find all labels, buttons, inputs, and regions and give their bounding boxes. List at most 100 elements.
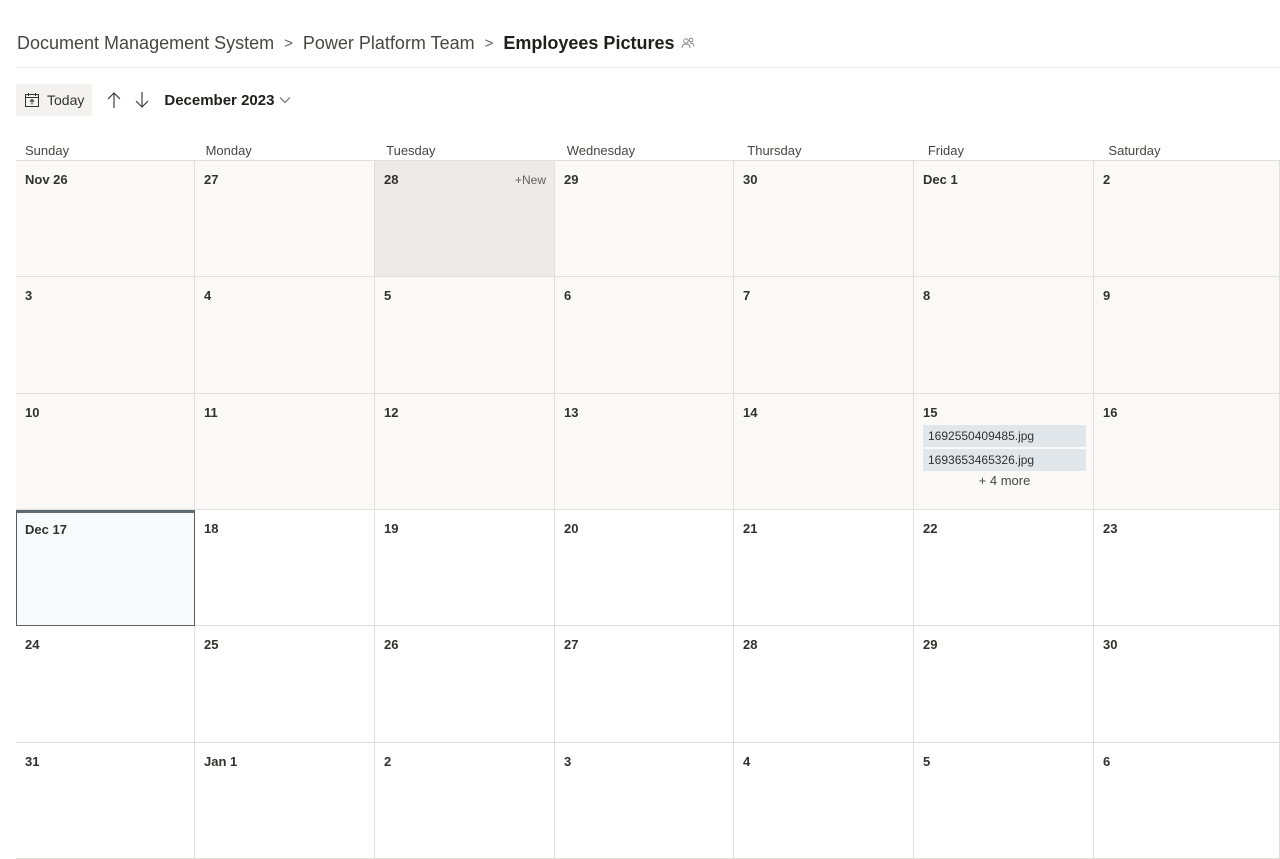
- calendar-day-cell[interactable]: 3: [555, 743, 734, 859]
- calendar-day-cell[interactable]: 30: [734, 161, 914, 277]
- calendar-day-cell[interactable]: 31: [16, 743, 195, 859]
- day-number: 23: [1103, 521, 1118, 536]
- calendar-day-cell[interactable]: 15 1692550409485.jpg 1693653465326.jpg +…: [914, 394, 1094, 510]
- calendar-day-cell[interactable]: 28: [734, 626, 914, 743]
- calendar-day-cell[interactable]: 18: [195, 510, 375, 626]
- day-number: 7: [743, 288, 751, 303]
- calendar-day-cell[interactable]: 24: [16, 626, 195, 743]
- day-number: 29: [564, 172, 579, 187]
- calendar-day-cell[interactable]: 6: [555, 277, 734, 394]
- event-item[interactable]: 1693653465326.jpg: [923, 449, 1086, 471]
- weekday-label: Tuesday: [386, 143, 436, 158]
- calendar-day-cell[interactable]: 13: [555, 394, 734, 510]
- people-icon[interactable]: [681, 37, 695, 49]
- calendar-day-cell[interactable]: 6: [1094, 743, 1280, 859]
- day-number: 4: [204, 288, 212, 303]
- calendar-day-cell[interactable]: 19: [375, 510, 555, 626]
- calendar-day-cell[interactable]: 3: [16, 277, 195, 394]
- breadcrumb-separator: >: [284, 34, 293, 52]
- day-number: 25: [204, 637, 219, 652]
- day-number: 21: [743, 521, 758, 536]
- calendar-day-cell[interactable]: 26: [375, 626, 555, 743]
- calendar-toolbar: Today December 2023: [16, 84, 291, 116]
- calendar-day-cell[interactable]: 11: [195, 394, 375, 510]
- day-number: 30: [743, 172, 758, 187]
- calendar-day-cell[interactable]: 9: [1094, 277, 1280, 394]
- calendar-day-cell[interactable]: 4: [734, 743, 914, 859]
- day-number: Nov 26: [25, 172, 68, 187]
- day-number: 9: [1103, 288, 1111, 303]
- day-number: 27: [204, 172, 219, 187]
- day-number: 6: [564, 288, 572, 303]
- calendar-day-cell[interactable]: Dec 1: [914, 161, 1094, 277]
- calendar-day-cell[interactable]: 29: [555, 161, 734, 277]
- page-title: Employees Pictures: [503, 32, 675, 53]
- calendar-day-cell[interactable]: 28 +New: [375, 161, 555, 277]
- calendar-day-cell[interactable]: 29: [914, 626, 1094, 743]
- calendar-day-cell[interactable]: 27: [195, 161, 375, 277]
- month-picker[interactable]: December 2023: [164, 92, 291, 109]
- calendar-day-cell[interactable]: 23: [1094, 510, 1280, 626]
- day-number: 5: [384, 288, 392, 303]
- calendar-day-cell[interactable]: 14: [734, 394, 914, 510]
- day-number: 2: [384, 754, 392, 769]
- weekday-label: Thursday: [747, 143, 802, 158]
- day-number: 3: [564, 754, 572, 769]
- calendar-day-cell[interactable]: 2: [1094, 161, 1280, 277]
- month-label: December 2023: [164, 91, 275, 109]
- calendar-day-cell[interactable]: 4: [195, 277, 375, 394]
- next-month-button[interactable]: [134, 91, 150, 109]
- day-number: 6: [1103, 754, 1111, 769]
- calendar-day-cell[interactable]: 5: [375, 277, 555, 394]
- day-number: Dec 17: [25, 522, 67, 537]
- breadcrumb-item-team[interactable]: Power Platform Team: [303, 33, 475, 54]
- calendar-day-cell[interactable]: 2: [375, 743, 555, 859]
- day-number: 4: [743, 754, 751, 769]
- calendar-day-cell[interactable]: 7: [734, 277, 914, 394]
- day-number: Dec 1: [923, 172, 958, 187]
- previous-month-button[interactable]: [106, 91, 122, 109]
- calendar-day-cell[interactable]: 8: [914, 277, 1094, 394]
- calendar-day-cell[interactable]: 20: [555, 510, 734, 626]
- event-item[interactable]: 1692550409485.jpg: [923, 425, 1086, 447]
- calendar-day-cell[interactable]: 21: [734, 510, 914, 626]
- day-number: 26: [384, 637, 399, 652]
- event-list: 1692550409485.jpg 1693653465326.jpg + 4 …: [923, 425, 1086, 488]
- calendar-day-cell[interactable]: 27: [555, 626, 734, 743]
- day-number: 18: [204, 521, 219, 536]
- day-number: 12: [384, 405, 399, 420]
- day-number: 30: [1103, 637, 1118, 652]
- weekday-label: Friday: [927, 143, 964, 158]
- calendar-day-cell[interactable]: 16: [1094, 394, 1280, 510]
- calendar-day-cell[interactable]: 22: [914, 510, 1094, 626]
- day-number: 16: [1103, 405, 1118, 420]
- more-events-link[interactable]: + 4 more: [923, 473, 1086, 488]
- breadcrumb-item-site[interactable]: Document Management System: [17, 33, 274, 54]
- calendar-day-cell[interactable]: 25: [195, 626, 375, 743]
- weekday-label: Monday: [205, 143, 252, 158]
- day-number: 19: [384, 521, 399, 536]
- day-number: 5: [923, 754, 931, 769]
- calendar-today-cell[interactable]: Dec 17: [16, 510, 195, 626]
- arrow-up-icon: [107, 92, 121, 108]
- day-number: 28: [384, 172, 399, 187]
- chevron-down-icon: [280, 97, 291, 104]
- weekday-label: Sunday: [25, 143, 70, 158]
- day-number: 8: [923, 288, 931, 303]
- new-item-link[interactable]: +New: [515, 173, 546, 187]
- calendar-day-cell[interactable]: Nov 26: [16, 161, 195, 277]
- day-number: 10: [25, 405, 40, 420]
- day-number: 2: [1103, 172, 1111, 187]
- calendar-day-cell[interactable]: 5: [914, 743, 1094, 859]
- day-number: 31: [25, 754, 40, 769]
- day-number: 20: [564, 521, 579, 536]
- calendar-day-cell[interactable]: Jan 1: [195, 743, 375, 859]
- day-number: 28: [743, 637, 758, 652]
- calendar-day-cell[interactable]: 10: [16, 394, 195, 510]
- day-number: 24: [25, 637, 40, 652]
- today-button[interactable]: Today: [16, 84, 93, 116]
- day-number: 14: [743, 405, 758, 420]
- calendar-day-cell[interactable]: 30: [1094, 626, 1280, 743]
- weekday-label: Wednesday: [566, 143, 636, 158]
- calendar-day-cell[interactable]: 12: [375, 394, 555, 510]
